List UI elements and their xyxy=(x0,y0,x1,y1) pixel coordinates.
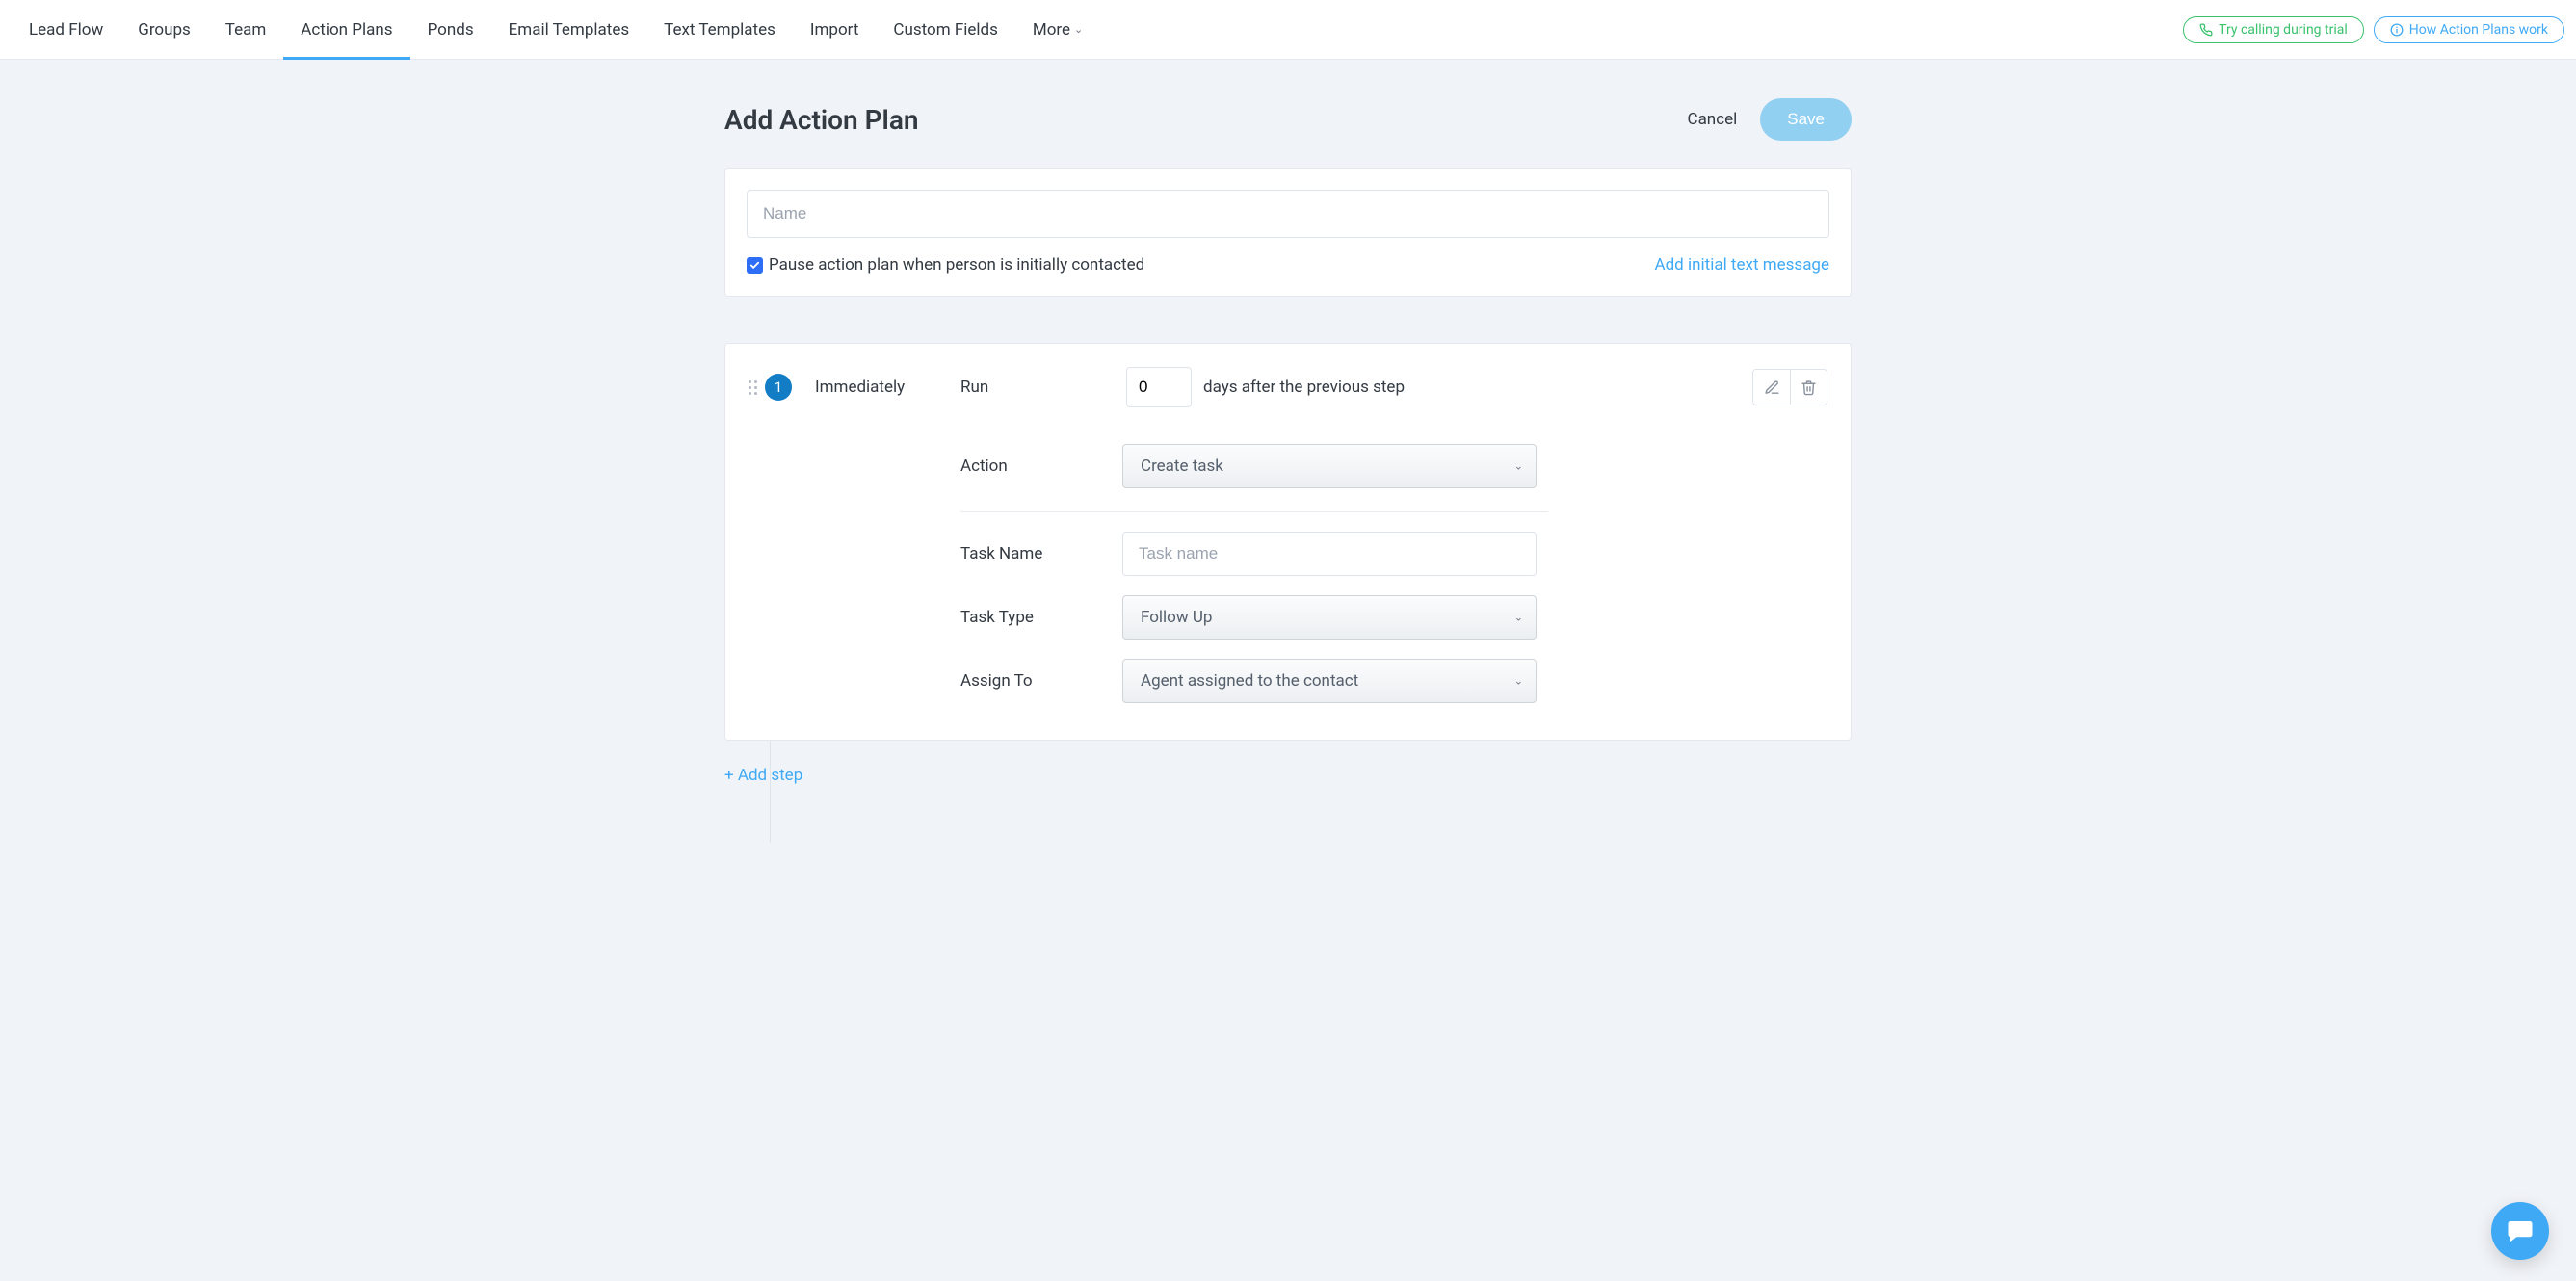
action-label: Action xyxy=(960,457,1115,476)
how-action-plans-button[interactable]: How Action Plans work xyxy=(2374,16,2564,43)
page-actions: Cancel Save xyxy=(1688,98,1853,141)
delete-step-button[interactable] xyxy=(1790,370,1827,405)
nav-action-plans[interactable]: Action Plans xyxy=(283,0,409,59)
chat-icon xyxy=(2506,1216,2535,1245)
days-after-text: days after the previous step xyxy=(1203,378,1405,397)
nav-items: Lead Flow Groups Team Action Plans Ponds… xyxy=(12,0,1100,59)
drag-handle-icon[interactable] xyxy=(749,380,757,395)
step-form: Action Create task ⌄ Task Name Task Type… xyxy=(960,434,1827,713)
add-step-button[interactable]: + Add step xyxy=(724,766,802,785)
task-name-label: Task Name xyxy=(960,544,1115,563)
trash-icon xyxy=(1801,379,1817,396)
step-number-badge: 1 xyxy=(765,374,792,401)
chevron-down-icon: ⌄ xyxy=(1074,23,1083,36)
nav-team[interactable]: Team xyxy=(208,0,284,59)
pause-label: Pause action plan when person is initial… xyxy=(769,255,1144,274)
page-title: Add Action Plan xyxy=(724,104,919,136)
cancel-button[interactable]: Cancel xyxy=(1688,110,1738,129)
assign-to-select[interactable]: Agent assigned to the contact xyxy=(1122,659,1537,703)
edit-step-button[interactable] xyxy=(1753,370,1790,405)
step-actions xyxy=(1752,369,1827,405)
edit-icon xyxy=(1764,379,1780,396)
try-calling-button[interactable]: Try calling during trial xyxy=(2183,16,2364,43)
nav-text-templates[interactable]: Text Templates xyxy=(646,0,793,59)
step-timing-label: Immediately xyxy=(815,378,905,397)
chat-widget-button[interactable] xyxy=(2491,1202,2549,1260)
action-select[interactable]: Create task xyxy=(1122,444,1537,488)
task-name-row: Task Name xyxy=(960,522,1827,586)
action-row: Action Create task ⌄ xyxy=(960,434,1827,498)
step-card-1: 1 Immediately Run days after the previou… xyxy=(724,343,1852,741)
divider xyxy=(960,511,1548,512)
plan-options-row: Pause action plan when person is initial… xyxy=(747,255,1829,274)
task-name-input[interactable] xyxy=(1122,532,1537,576)
nav-right: Try calling during trial How Action Plan… xyxy=(2183,16,2564,43)
days-input[interactable] xyxy=(1126,367,1192,407)
plan-settings-card: Pause action plan when person is initial… xyxy=(724,168,1852,297)
step-index: 1 Immediately xyxy=(749,374,949,401)
assign-to-label: Assign To xyxy=(960,671,1115,691)
timeline: 1 Immediately Run days after the previou… xyxy=(724,343,1852,785)
page: Add Action Plan Cancel Save Pause action… xyxy=(724,60,1852,862)
plan-name-input[interactable] xyxy=(747,190,1829,238)
nav-lead-flow[interactable]: Lead Flow xyxy=(12,0,120,59)
phone-icon xyxy=(2199,23,2213,37)
info-icon xyxy=(2390,23,2404,37)
task-type-label: Task Type xyxy=(960,608,1115,627)
top-nav: Lead Flow Groups Team Action Plans Ponds… xyxy=(0,0,2576,60)
add-initial-text-link[interactable]: Add initial text message xyxy=(1655,255,1830,274)
run-cell: days after the previous step xyxy=(1126,367,1741,407)
task-type-row: Task Type Follow Up ⌄ xyxy=(960,586,1827,649)
run-label: Run xyxy=(960,378,1115,397)
page-head: Add Action Plan Cancel Save xyxy=(724,98,1852,141)
nav-more[interactable]: More ⌄ xyxy=(1015,0,1100,59)
step-head: 1 Immediately Run days after the previou… xyxy=(749,367,1827,407)
nav-ponds[interactable]: Ponds xyxy=(410,0,491,59)
nav-import[interactable]: Import xyxy=(793,0,877,59)
nav-groups[interactable]: Groups xyxy=(120,0,208,59)
save-button[interactable]: Save xyxy=(1760,98,1852,141)
nav-email-templates[interactable]: Email Templates xyxy=(491,0,647,59)
nav-custom-fields[interactable]: Custom Fields xyxy=(876,0,1014,59)
assign-to-row: Assign To Agent assigned to the contact … xyxy=(960,649,1827,713)
task-type-select[interactable]: Follow Up xyxy=(1122,595,1537,640)
pause-checkbox[interactable] xyxy=(747,257,763,274)
